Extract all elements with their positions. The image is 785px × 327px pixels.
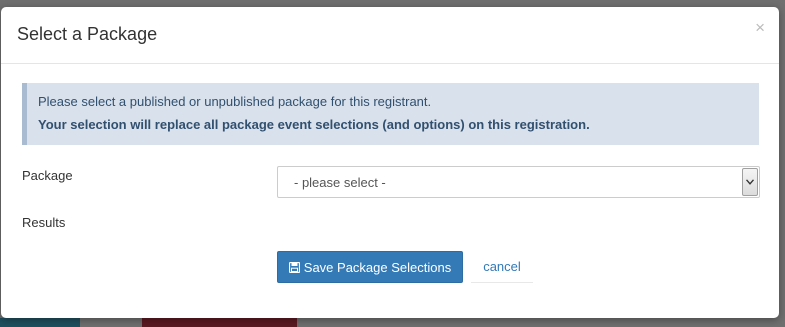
modal-header: Select a Package × xyxy=(1,7,779,64)
floppy-disk-icon xyxy=(288,261,300,273)
save-package-selections-button[interactable]: Save Package Selections xyxy=(277,251,463,283)
package-select[interactable]: - please select - xyxy=(277,166,760,198)
select-package-modal: Select a Package × Please select a publi… xyxy=(1,7,779,318)
cancel-link[interactable]: cancel xyxy=(471,251,533,283)
close-icon[interactable]: × xyxy=(755,19,765,36)
backdrop-strip xyxy=(0,318,80,327)
info-alert: Please select a published or unpublished… xyxy=(22,83,759,145)
results-label: Results xyxy=(22,215,66,230)
chevron-down-icon[interactable] xyxy=(742,168,758,196)
package-label: Package xyxy=(22,168,73,183)
backdrop-strip xyxy=(142,318,297,327)
alert-message: Please select a published or unpublished… xyxy=(38,94,432,109)
alert-warning: Your selection will replace all package … xyxy=(38,117,590,132)
package-select-value: - please select - xyxy=(294,175,386,190)
save-button-label: Save Package Selections xyxy=(303,259,452,275)
modal-title: Select a Package xyxy=(17,24,158,44)
